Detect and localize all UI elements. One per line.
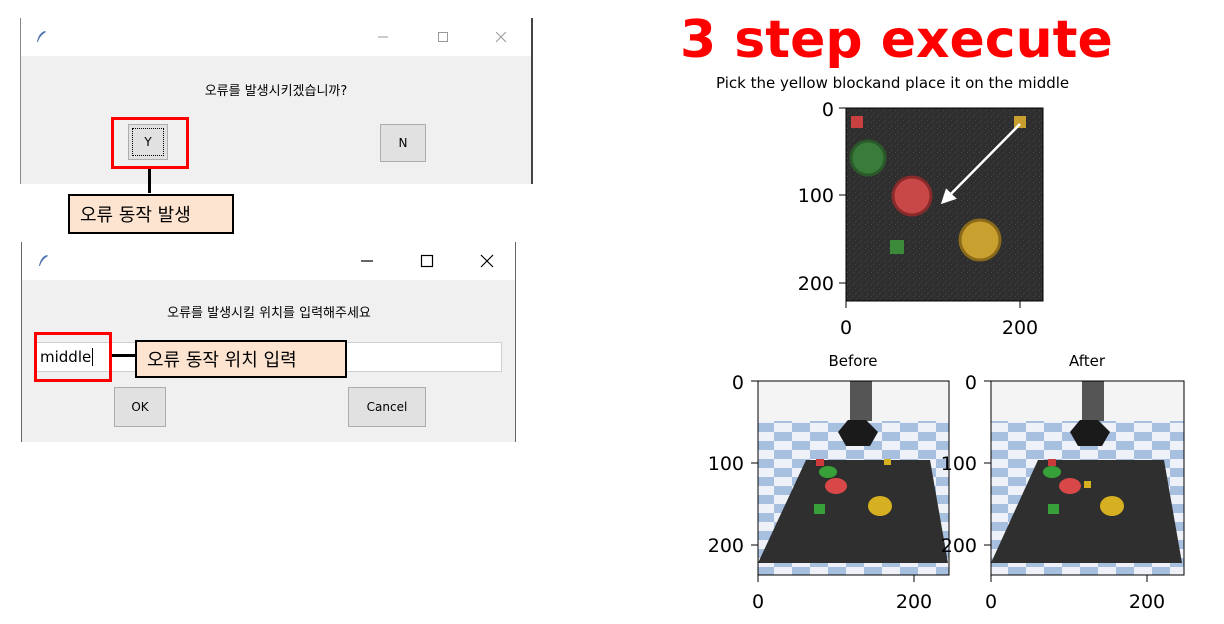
top-plot-image xyxy=(846,108,1043,301)
after-x-tick-1: 200 xyxy=(1129,591,1165,613)
minimize-icon[interactable] xyxy=(360,18,406,56)
cancel-button[interactable]: Cancel xyxy=(348,387,426,427)
close-icon[interactable] xyxy=(464,242,510,280)
feather-icon xyxy=(39,255,48,266)
after-x-tick-0: 0 xyxy=(985,591,997,613)
green-bowl xyxy=(849,139,887,177)
before-y-tick-0: 0 xyxy=(732,372,744,394)
before-y-tick-1: 100 xyxy=(708,453,744,475)
title-bar[interactable] xyxy=(22,242,516,280)
after-y-tick-2: 200 xyxy=(941,535,977,557)
top-x-tick-0: 0 xyxy=(840,317,852,339)
yellow-block xyxy=(1014,116,1026,128)
before-plot-image xyxy=(758,381,949,575)
close-icon[interactable] xyxy=(478,18,524,56)
highlight-yes-button xyxy=(111,117,189,169)
window-edge xyxy=(515,242,516,442)
top-plot xyxy=(839,107,1044,308)
before-plot-title: Before xyxy=(828,352,877,370)
callout-error-action: 오류 동작 발생 xyxy=(68,194,234,234)
after-y-tick-1: 100 xyxy=(941,453,977,475)
minimize-icon[interactable] xyxy=(344,242,390,280)
dialog-message: 오류를 발생시킬 위치를 입력해주세요 xyxy=(167,306,371,321)
before-plot xyxy=(751,380,950,582)
top-y-tick-2: 200 xyxy=(798,273,834,295)
after-y-tick-0: 0 xyxy=(965,372,977,394)
window-edge xyxy=(21,242,22,442)
before-x-tick-0: 0 xyxy=(752,591,764,613)
top-y-tick-1: 100 xyxy=(798,185,834,207)
after-plot-title: After xyxy=(1069,352,1106,370)
window-edge xyxy=(20,18,21,184)
title-bar[interactable] xyxy=(20,18,532,56)
callout-error-location: 오류 동작 위치 입력 xyxy=(135,340,347,378)
top-plot-frame xyxy=(845,107,1044,302)
window-edge xyxy=(531,18,533,184)
highlight-location-input xyxy=(34,332,112,382)
feather-icon xyxy=(37,31,46,42)
no-button[interactable]: N xyxy=(380,124,426,162)
ok-button[interactable]: OK xyxy=(114,387,166,427)
callout-connector xyxy=(148,169,151,193)
maximize-icon[interactable] xyxy=(420,18,466,56)
before-x-tick-1: 200 xyxy=(896,591,932,613)
confirm-dialog-window: 오류를 발생시키겠습니까? Y N xyxy=(20,18,532,184)
green-block xyxy=(890,240,904,254)
top-plot-title: Pick the yellow blockand place it on the… xyxy=(716,74,1070,92)
red-block xyxy=(851,116,863,128)
before-y-tick-2: 200 xyxy=(708,535,744,557)
red-bowl xyxy=(891,175,933,217)
top-y-tick-0: 0 xyxy=(822,99,834,121)
maximize-icon[interactable] xyxy=(404,242,450,280)
after-plot-image xyxy=(991,381,1184,575)
top-x-tick-1: 200 xyxy=(1002,317,1038,339)
yellow-bowl xyxy=(958,218,1002,262)
place-arrow xyxy=(940,123,1021,205)
figure-title: 3 step execute xyxy=(680,10,1113,70)
dialog-message: 오류를 발생시키겠습니까? xyxy=(204,84,348,99)
callout-connector xyxy=(112,354,136,357)
after-plot xyxy=(984,380,1185,582)
